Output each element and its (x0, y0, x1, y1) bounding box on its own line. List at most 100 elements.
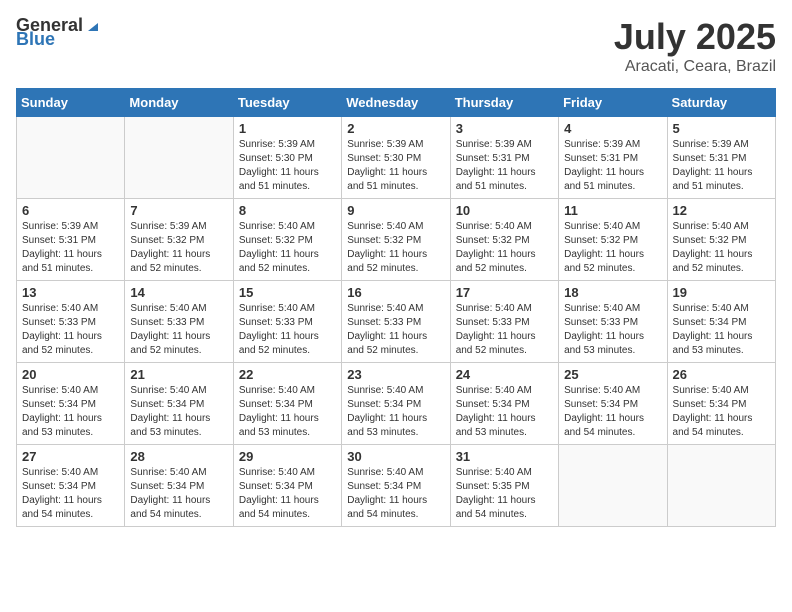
day-info: Sunrise: 5:40 AMSunset: 5:32 PMDaylight:… (673, 220, 770, 276)
day-info: Sunrise: 5:39 AMSunset: 5:31 PMDaylight:… (673, 138, 770, 194)
day-info: Sunrise: 5:40 AMSunset: 5:34 PMDaylight:… (564, 384, 661, 440)
day-number: 31 (456, 449, 553, 464)
calendar-location: Aracati, Ceara, Brazil (614, 58, 776, 76)
calendar-day-12: 12 Sunrise: 5:40 AMSunset: 5:32 PMDayligh… (667, 199, 775, 281)
day-info: Sunrise: 5:40 AMSunset: 5:32 PMDaylight:… (564, 220, 661, 276)
calendar-day-5: 5 Sunrise: 5:39 AMSunset: 5:31 PMDaylight… (667, 117, 775, 199)
calendar-day-29: 29 Sunrise: 5:40 AMSunset: 5:34 PMDayligh… (233, 445, 341, 527)
day-number: 28 (130, 449, 227, 464)
day-info: Sunrise: 5:40 AMSunset: 5:35 PMDaylight:… (456, 466, 553, 522)
day-info: Sunrise: 5:40 AMSunset: 5:33 PMDaylight:… (239, 302, 336, 358)
calendar-day-19: 19 Sunrise: 5:40 AMSunset: 5:34 PMDayligh… (667, 281, 775, 363)
calendar-week-row: 1 Sunrise: 5:39 AMSunset: 5:30 PMDaylight… (17, 117, 776, 199)
day-number: 27 (22, 449, 119, 464)
day-number: 30 (347, 449, 444, 464)
day-info: Sunrise: 5:40 AMSunset: 5:34 PMDaylight:… (239, 384, 336, 440)
day-info: Sunrise: 5:40 AMSunset: 5:33 PMDaylight:… (456, 302, 553, 358)
page-header: General Blue July 2025 Aracati, Ceara, B… (16, 16, 776, 76)
calendar-day-22: 22 Sunrise: 5:40 AMSunset: 5:34 PMDayligh… (233, 363, 341, 445)
day-number: 11 (564, 203, 661, 218)
calendar-day-24: 24Sunrise: 5:40 AMSunset: 5:34 PMDayligh… (450, 363, 558, 445)
calendar-day-31: 31 Sunrise: 5:40 AMSunset: 5:35 PMDayligh… (450, 445, 558, 527)
day-info: Sunrise: 5:39 AMSunset: 5:32 PMDaylight:… (130, 220, 227, 276)
day-info: Sunrise: 5:40 AMSunset: 5:34 PMDaylight:… (130, 384, 227, 440)
day-info: Sunrise: 5:40 AMSunset: 5:34 PMDaylight:… (673, 302, 770, 358)
calendar-day-21: 21 Sunrise: 5:40 AMSunset: 5:34 PMDayligh… (125, 363, 233, 445)
day-number: 15 (239, 285, 336, 300)
day-number: 7 (130, 203, 227, 218)
day-number: 18 (564, 285, 661, 300)
day-number: 14 (130, 285, 227, 300)
day-info: Sunrise: 5:39 AMSunset: 5:31 PMDaylight:… (564, 138, 661, 194)
day-number: 12 (673, 203, 770, 218)
day-number: 16 (347, 285, 444, 300)
day-number: 21 (130, 367, 227, 382)
calendar-empty-cell (125, 117, 233, 199)
day-info: Sunrise: 5:40 AMSunset: 5:34 PMDaylight:… (22, 384, 119, 440)
calendar-month-title: July 2025 (614, 16, 776, 58)
day-number: 26 (673, 367, 770, 382)
calendar-week-row: 20 Sunrise: 5:40 AMSunset: 5:34 PMDayligh… (17, 363, 776, 445)
day-number: 13 (22, 285, 119, 300)
day-info: Sunrise: 5:40 AMSunset: 5:34 PMDaylight:… (130, 466, 227, 522)
day-number: 22 (239, 367, 336, 382)
calendar-day-16: 16 Sunrise: 5:40 AMSunset: 5:33 PMDayligh… (342, 281, 450, 363)
calendar-day-30: 30 Sunrise: 5:40 AMSunset: 5:34 PMDayligh… (342, 445, 450, 527)
calendar-day-7: 7 Sunrise: 5:39 AMSunset: 5:32 PMDaylight… (125, 199, 233, 281)
day-number: 2 (347, 121, 444, 136)
day-number: 5 (673, 121, 770, 136)
day-info: Sunrise: 5:40 AMSunset: 5:33 PMDaylight:… (564, 302, 661, 358)
calendar-empty-cell (17, 117, 125, 199)
day-info: Sunrise: 5:40 AMSunset: 5:34 PMDaylight:… (239, 466, 336, 522)
calendar-day-10: 10Sunrise: 5:40 AMSunset: 5:32 PMDayligh… (450, 199, 558, 281)
calendar-day-23: 23 Sunrise: 5:40 AMSunset: 5:34 PMDayligh… (342, 363, 450, 445)
calendar-day-26: 26Sunrise: 5:40 AMSunset: 5:34 PMDayligh… (667, 363, 775, 445)
day-number: 4 (564, 121, 661, 136)
calendar-day-20: 20 Sunrise: 5:40 AMSunset: 5:34 PMDayligh… (17, 363, 125, 445)
calendar-header-thursday: Thursday (450, 89, 558, 117)
calendar-header-monday: Monday (125, 89, 233, 117)
calendar-day-6: 6 Sunrise: 5:39 AMSunset: 5:31 PMDaylight… (17, 199, 125, 281)
day-number: 20 (22, 367, 119, 382)
day-info: Sunrise: 5:40 AMSunset: 5:33 PMDaylight:… (130, 302, 227, 358)
day-number: 25 (564, 367, 661, 382)
day-info: Sunrise: 5:40 AMSunset: 5:33 PMDaylight:… (347, 302, 444, 358)
day-info: Sunrise: 5:40 AMSunset: 5:32 PMDaylight:… (347, 220, 444, 276)
calendar-day-1: 1 Sunrise: 5:39 AMSunset: 5:30 PMDaylight… (233, 117, 341, 199)
day-info: Sunrise: 5:40 AMSunset: 5:32 PMDaylight:… (239, 220, 336, 276)
day-number: 9 (347, 203, 444, 218)
calendar-day-17: 17Sunrise: 5:40 AMSunset: 5:33 PMDayligh… (450, 281, 558, 363)
day-info: Sunrise: 5:39 AMSunset: 5:30 PMDaylight:… (239, 138, 336, 194)
calendar-day-8: 8 Sunrise: 5:40 AMSunset: 5:32 PMDaylight… (233, 199, 341, 281)
day-number: 23 (347, 367, 444, 382)
calendar-day-2: 2Sunrise: 5:39 AMSunset: 5:30 PMDaylight… (342, 117, 450, 199)
logo: General Blue (16, 16, 100, 48)
calendar-header-friday: Friday (559, 89, 667, 117)
calendar-day-13: 13 Sunrise: 5:40 AMSunset: 5:33 PMDayligh… (17, 281, 125, 363)
calendar-day-27: 27 Sunrise: 5:40 AMSunset: 5:34 PMDayligh… (17, 445, 125, 527)
day-number: 1 (239, 121, 336, 136)
day-number: 3 (456, 121, 553, 136)
day-info: Sunrise: 5:39 AMSunset: 5:31 PMDaylight:… (22, 220, 119, 276)
day-number: 6 (22, 203, 119, 218)
calendar-day-14: 14 Sunrise: 5:40 AMSunset: 5:33 PMDayligh… (125, 281, 233, 363)
calendar-day-3: 3Sunrise: 5:39 AMSunset: 5:31 PMDaylight… (450, 117, 558, 199)
day-number: 19 (673, 285, 770, 300)
calendar-day-15: 15 Sunrise: 5:40 AMSunset: 5:33 PMDayligh… (233, 281, 341, 363)
calendar-header-sunday: Sunday (17, 89, 125, 117)
calendar-title-section: July 2025 Aracati, Ceara, Brazil (614, 16, 776, 76)
calendar-header-tuesday: Tuesday (233, 89, 341, 117)
day-info: Sunrise: 5:40 AMSunset: 5:34 PMDaylight:… (22, 466, 119, 522)
day-info: Sunrise: 5:40 AMSunset: 5:34 PMDaylight:… (456, 384, 553, 440)
day-info: Sunrise: 5:40 AMSunset: 5:34 PMDaylight:… (347, 384, 444, 440)
day-info: Sunrise: 5:40 AMSunset: 5:34 PMDaylight:… (347, 466, 444, 522)
day-number: 10 (456, 203, 553, 218)
calendar-header-row: SundayMondayTuesdayWednesdayThursdayFrid… (17, 89, 776, 117)
calendar-week-row: 6 Sunrise: 5:39 AMSunset: 5:31 PMDaylight… (17, 199, 776, 281)
day-number: 29 (239, 449, 336, 464)
day-number: 8 (239, 203, 336, 218)
calendar-header-saturday: Saturday (667, 89, 775, 117)
calendar-day-4: 4 Sunrise: 5:39 AMSunset: 5:31 PMDaylight… (559, 117, 667, 199)
calendar-empty-cell (559, 445, 667, 527)
day-info: Sunrise: 5:40 AMSunset: 5:33 PMDaylight:… (22, 302, 119, 358)
